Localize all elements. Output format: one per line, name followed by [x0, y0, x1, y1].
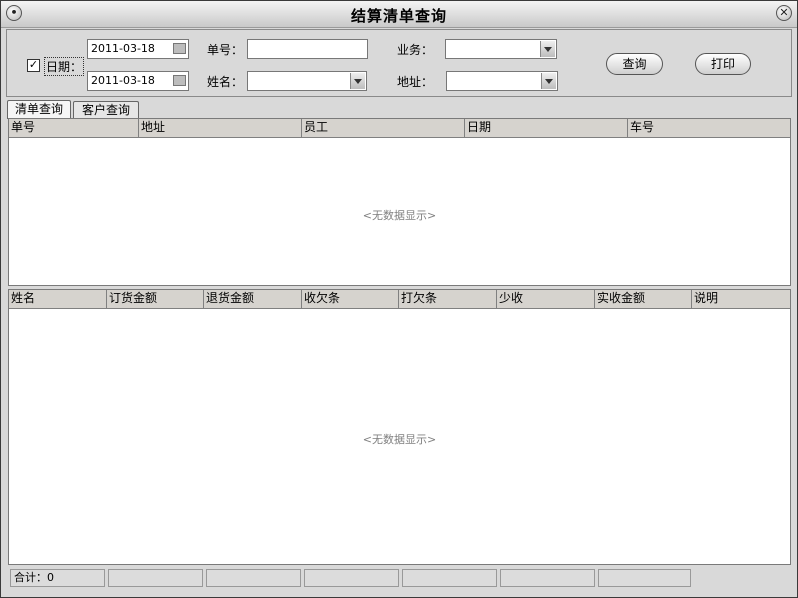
date-from-field[interactable]: 2011-03-18 — [87, 39, 189, 59]
column-header[interactable]: 收欠条 — [302, 290, 399, 308]
date-label: 日期： — [44, 57, 85, 76]
query-button[interactable]: 查询 — [606, 53, 663, 75]
date-from-value: 2011-03-18 — [91, 42, 155, 55]
order-no-label: 单号： — [207, 43, 244, 57]
status-cell — [598, 569, 691, 587]
filter-panel: ✓ 日期： 2011-03-18 2011-03-18 单号： 姓名： 业务： … — [6, 29, 792, 97]
address-label: 地址： — [397, 75, 434, 89]
address-select[interactable] — [446, 71, 558, 91]
grid-header: 姓名 订货金额 退货金额 收欠条 打欠条 少收 实收金额 说明 — [9, 290, 790, 309]
empty-message: <无数据显示> — [362, 433, 437, 446]
column-header[interactable]: 实收金额 — [595, 290, 692, 308]
main-window: • 结算清单查询 ✕ ✓ 日期： 2011-03-18 2011-03-18 单… — [0, 0, 798, 598]
column-header[interactable]: 少收 — [497, 290, 595, 308]
column-header[interactable]: 地址 — [139, 119, 302, 137]
column-header[interactable]: 单号 — [9, 119, 139, 137]
tab-customer-query[interactable]: 客户查询 — [73, 101, 139, 119]
status-cell — [500, 569, 595, 587]
grid-header: 单号 地址 员工 日期 车号 — [9, 119, 790, 138]
total-cell: 合计：0 — [10, 569, 105, 587]
column-header[interactable]: 员工 — [302, 119, 465, 137]
close-icon[interactable]: ✕ — [776, 5, 792, 21]
column-header[interactable]: 日期 — [465, 119, 628, 137]
date-checkbox[interactable]: ✓ — [27, 59, 40, 72]
chevron-down-icon[interactable] — [540, 41, 555, 57]
column-header[interactable]: 退货金额 — [204, 290, 302, 308]
column-header[interactable]: 姓名 — [9, 290, 107, 308]
calendar-icon[interactable] — [173, 75, 186, 86]
chevron-down-icon[interactable] — [541, 73, 556, 89]
status-cell — [304, 569, 399, 587]
column-header[interactable]: 车号 — [628, 119, 790, 137]
print-button[interactable]: 打印 — [695, 53, 751, 75]
status-cell — [108, 569, 203, 587]
window-title: 结算清单查询 — [350, 7, 447, 25]
status-cell — [402, 569, 497, 587]
empty-message: <无数据显示> — [362, 209, 437, 222]
chevron-down-icon[interactable] — [350, 73, 365, 89]
name-label: 姓名： — [207, 75, 244, 89]
column-header[interactable]: 打欠条 — [399, 290, 497, 308]
column-header[interactable]: 说明 — [692, 290, 790, 308]
settlement-grid: 姓名 订货金额 退货金额 收欠条 打欠条 少收 实收金额 说明 <无数据显示> — [8, 289, 791, 565]
business-select[interactable] — [445, 39, 557, 59]
status-cell — [206, 569, 301, 587]
title-bar: • 结算清单查询 ✕ — [1, 1, 797, 28]
calendar-icon[interactable] — [173, 43, 186, 54]
order-list-grid: 单号 地址 员工 日期 车号 <无数据显示> — [8, 118, 791, 286]
order-no-input[interactable] — [247, 39, 368, 59]
tab-list-query[interactable]: 清单查询 — [7, 100, 71, 119]
status-bar: 合计：0 — [9, 567, 791, 589]
date-to-value: 2011-03-18 — [91, 74, 155, 87]
column-header[interactable]: 订货金额 — [107, 290, 204, 308]
business-label: 业务： — [397, 43, 434, 57]
date-to-field[interactable]: 2011-03-18 — [87, 71, 189, 91]
name-select[interactable] — [247, 71, 367, 91]
